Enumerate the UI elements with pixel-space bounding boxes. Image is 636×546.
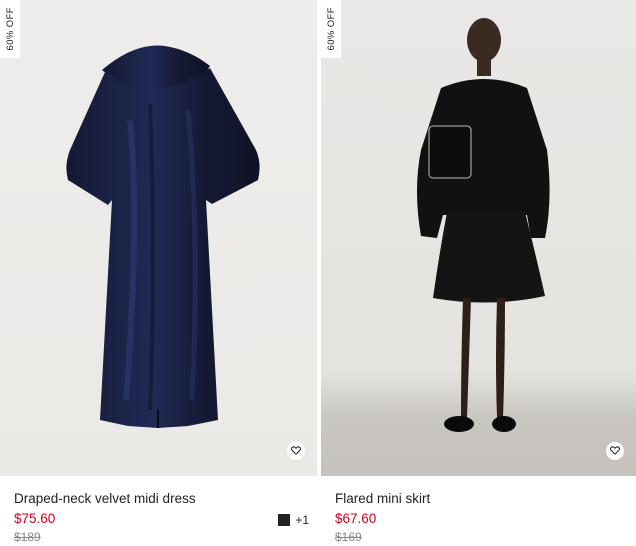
sale-price: $67.60: [335, 511, 377, 526]
original-price: $169: [335, 530, 362, 544]
discount-badge-text: 60% OFF: [4, 7, 16, 51]
favorite-button[interactable]: [606, 442, 624, 460]
color-swatch-black[interactable]: [278, 514, 291, 526]
product-image[interactable]: 60% OFF: [0, 0, 317, 476]
favorite-button[interactable]: [287, 442, 305, 460]
more-colors-count[interactable]: +1: [295, 513, 309, 527]
discount-badge: 60% OFF: [321, 0, 341, 58]
product-title[interactable]: Flared mini skirt: [335, 490, 622, 507]
product-card[interactable]: 60% OFF Flared mini skirt $67.60 $169: [321, 0, 636, 544]
product-card[interactable]: 60% OFF Draped-neck velvet midi dress $7…: [0, 0, 317, 544]
model-skirt-illustration: [417, 18, 550, 432]
product-info: Flared mini skirt $67.60 $169: [321, 476, 636, 544]
sale-price: $75.60: [14, 511, 56, 526]
color-swatches[interactable]: +1: [278, 513, 309, 527]
discount-badge-text: 60% OFF: [325, 7, 337, 51]
heart-icon: [610, 442, 620, 460]
original-price: $189: [14, 530, 41, 544]
product-info: Draped-neck velvet midi dress $75.60 $18…: [0, 476, 317, 544]
velvet-dress-illustration: [66, 45, 260, 428]
product-grid: 60% OFF Draped-neck velvet midi dress $7…: [0, 0, 636, 546]
product-title[interactable]: Draped-neck velvet midi dress: [14, 490, 303, 507]
discount-badge: 60% OFF: [0, 0, 20, 58]
product-image[interactable]: 60% OFF: [321, 0, 636, 476]
heart-icon: [291, 442, 301, 460]
